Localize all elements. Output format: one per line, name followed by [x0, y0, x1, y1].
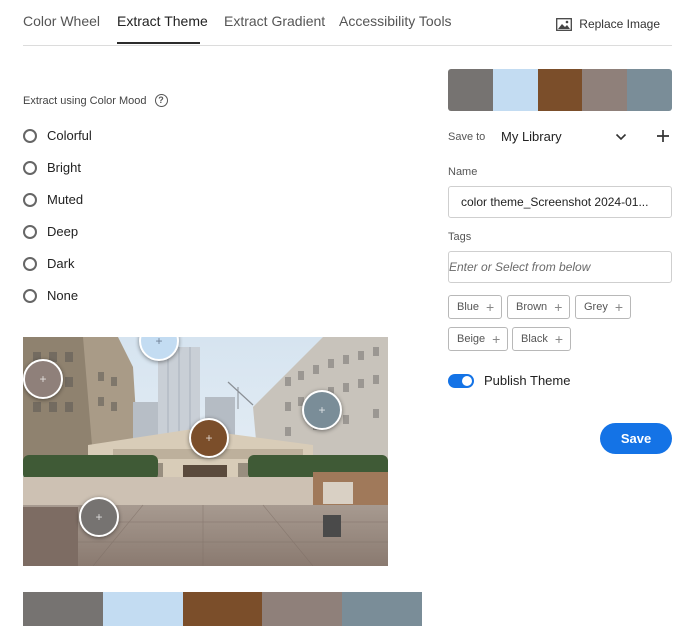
tab-color-wheel[interactable]: Color Wheel — [23, 13, 100, 29]
color-picker-handle[interactable]: + — [302, 390, 342, 430]
plus-icon: + — [492, 331, 501, 347]
mood-option-label: Deep — [47, 224, 79, 239]
theme-swatch — [492, 69, 538, 111]
radio-button[interactable] — [23, 256, 37, 271]
tag-label: Beige — [457, 333, 486, 345]
plus-icon: + — [554, 299, 563, 315]
theme-swatch — [627, 69, 672, 111]
tab-accessibility-tools[interactable]: Accessibility Tools — [339, 13, 452, 29]
plus-icon: + — [554, 331, 564, 347]
tab-extract-gradient[interactable]: Extract Gradient — [224, 13, 325, 29]
color-picker-handle[interactable]: + — [189, 418, 229, 458]
tag-label: Brown — [516, 301, 548, 313]
theme-swatch — [537, 69, 583, 111]
color-mood-heading: Extract using Color Mood ? — [23, 94, 168, 107]
tag-label: Blue — [457, 301, 480, 313]
theme-name-input[interactable] — [448, 186, 672, 218]
radio-button[interactable] — [23, 160, 37, 175]
tab-extract-theme[interactable]: Extract Theme — [117, 13, 208, 29]
theme-swatch — [582, 69, 628, 111]
theme-swatch — [448, 69, 493, 111]
replace-image-label: Replace Image — [579, 17, 660, 31]
library-dropdown[interactable]: My Library — [501, 129, 627, 144]
swatch[interactable] — [182, 592, 263, 626]
radio-button[interactable] — [23, 224, 37, 239]
radio-button[interactable] — [23, 288, 37, 303]
radio-button[interactable] — [23, 192, 37, 207]
library-dropdown-value: My Library — [501, 129, 562, 144]
mood-option-label: Colorful — [47, 128, 92, 143]
tag-suggestion-beige[interactable]: Beige + — [448, 327, 509, 351]
save-button[interactable]: Save — [600, 423, 672, 454]
tag-suggestion-black[interactable]: Black + — [512, 327, 572, 351]
tab-bar: Color Wheel Extract Theme Extract Gradie… — [23, 0, 672, 46]
chevron-down-icon — [615, 133, 627, 140]
name-label: Name — [448, 166, 478, 178]
image-icon — [556, 17, 573, 31]
swatch[interactable] — [342, 592, 422, 626]
save-to-label: Save to — [448, 131, 486, 143]
tag-suggestion-blue[interactable]: Blue + — [448, 295, 503, 319]
mood-option-label: Dark — [47, 256, 75, 271]
mood-option-deep[interactable]: Deep — [23, 224, 78, 239]
radio-button[interactable] — [23, 128, 37, 143]
mood-option-dark[interactable]: Dark — [23, 256, 74, 271]
color-picker-handle[interactable]: + — [79, 497, 119, 537]
tag-suggestion-grey[interactable]: Grey + — [575, 295, 632, 319]
mood-option-label: None — [47, 288, 79, 303]
tags-input[interactable] — [448, 251, 672, 283]
tags-label: Tags — [448, 231, 472, 243]
theme-preview — [448, 69, 672, 111]
mood-option-none[interactable]: None — [23, 288, 78, 303]
add-library-button[interactable] — [655, 127, 671, 145]
source-image[interactable]: + + + + + — [23, 337, 388, 566]
mood-option-bright[interactable]: Bright — [23, 160, 81, 175]
plus-icon: + — [614, 299, 624, 315]
publish-theme-toggle[interactable] — [448, 373, 474, 388]
swatch[interactable] — [23, 592, 103, 626]
tag-label: Grey — [584, 301, 608, 313]
color-mood-label: Extract using Color Mood — [23, 94, 147, 107]
extracted-swatches — [23, 592, 422, 626]
swatch[interactable] — [262, 592, 343, 626]
swatch[interactable] — [102, 592, 183, 626]
replace-image-button[interactable]: Replace Image — [556, 17, 660, 31]
mood-option-label: Bright — [47, 160, 81, 175]
mood-option-label: Muted — [47, 192, 84, 207]
mood-option-colorful[interactable]: Colorful — [23, 128, 92, 143]
plus-icon: + — [486, 299, 495, 315]
tag-label: Black — [521, 333, 548, 345]
mood-option-muted[interactable]: Muted — [23, 192, 83, 207]
publish-theme-row: Publish Theme — [448, 373, 570, 388]
tag-suggestion-brown[interactable]: Brown + — [507, 295, 571, 319]
help-icon[interactable]: ? — [154, 94, 168, 107]
active-tab-indicator — [117, 42, 200, 44]
color-picker-handle[interactable]: + — [23, 359, 63, 399]
publish-theme-label: Publish Theme — [484, 373, 571, 388]
